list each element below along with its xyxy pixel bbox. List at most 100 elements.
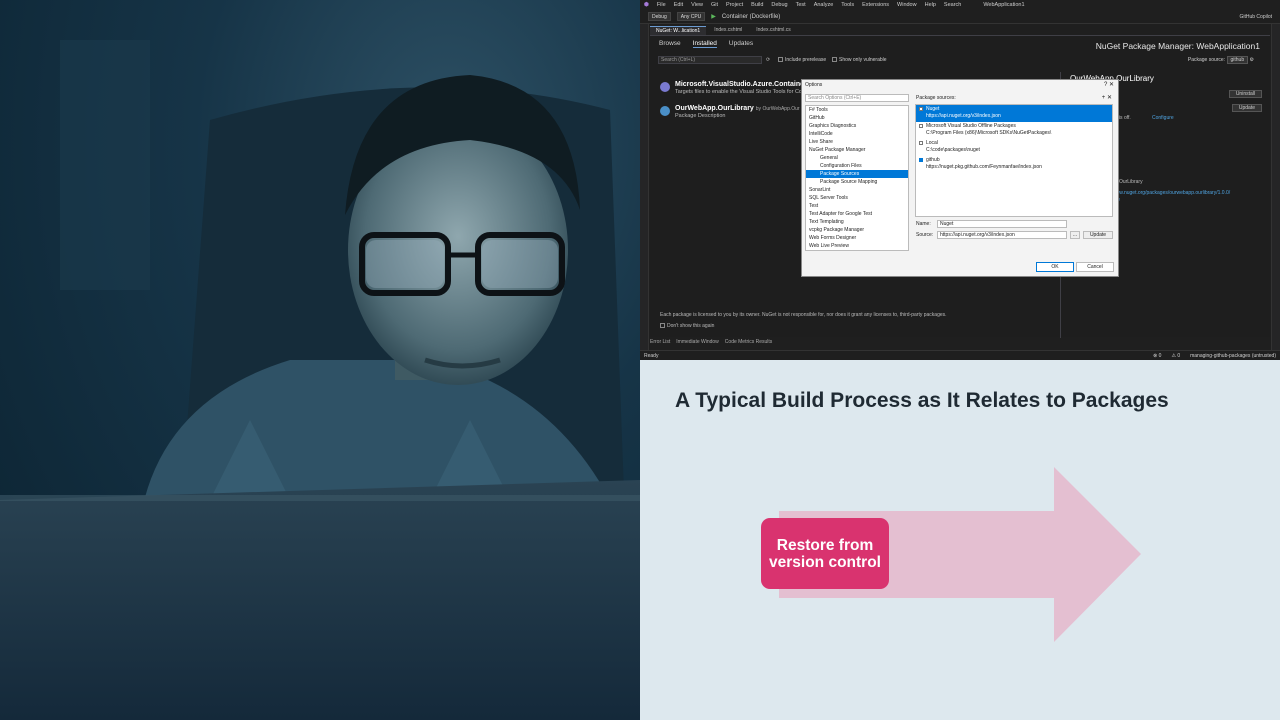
copilot-button[interactable]: GitHub Copilot (1239, 14, 1272, 20)
cancel-button[interactable]: Cancel (1076, 262, 1114, 272)
step-restore-box: Restore from version control (761, 518, 889, 589)
options-tree-item[interactable]: Web Live Preview (806, 242, 908, 250)
search-box[interactable]: Search (944, 2, 961, 8)
slide-title: A Typical Build Process as It Relates to… (675, 389, 1169, 412)
menu-bar: ⬢ File Edit View Git Project Build Debug… (640, 0, 1280, 10)
source-input[interactable]: https://api.nuget.org/v3/index.json (937, 231, 1067, 239)
source-checkbox[interactable] (919, 107, 923, 111)
package-source-select[interactable]: github (1226, 56, 1249, 64)
tab-code-metrics[interactable]: Code Metrics Results (725, 339, 773, 345)
package-sources-label: Package sources: (916, 95, 956, 101)
menu-edit[interactable]: Edit (674, 2, 683, 8)
nuget-search-input[interactable]: Search (Ctrl+L) (658, 56, 762, 64)
source-url: C:\Program Files (x86)\Microsoft SDKs\Nu… (926, 130, 1052, 136)
settings-gear-icon[interactable]: ⚙ (1250, 57, 1254, 63)
tab-immediate-window[interactable]: Immediate Window (676, 339, 719, 345)
browse-button[interactable]: ... (1070, 231, 1080, 239)
package-source-item[interactable]: github https://nuget.pkg.github.com/Feynm… (916, 156, 1112, 173)
name-input[interactable]: Nuget (937, 220, 1067, 228)
ok-button[interactable]: OK (1036, 262, 1074, 272)
include-prerelease-checkbox[interactable]: Include prerelease (778, 57, 826, 63)
menu-file[interactable]: File (657, 2, 666, 8)
options-tree-item[interactable]: NuGet Package Manager (806, 146, 908, 154)
package-source-item[interactable]: Nuget https://api.nuget.org/v3/index.json (916, 105, 1112, 122)
dont-show-checkbox[interactable]: Don't show this again (660, 323, 714, 329)
source-name: github (926, 157, 940, 163)
options-tree-item[interactable]: General (806, 154, 908, 162)
tab-browse[interactable]: Browse (659, 40, 681, 48)
tab-installed[interactable]: Installed (692, 40, 717, 48)
package-name: OurWebApp.OurLibrary by OurWebApp.Our (675, 105, 800, 112)
package-desc: Targets files to enable the Visual Studi… (675, 89, 807, 95)
menu-extensions[interactable]: Extensions (862, 2, 889, 8)
options-search-input[interactable]: Search Options (Ctrl+E) (805, 94, 909, 102)
options-tree-item[interactable]: SQL Server Tools (806, 194, 908, 202)
only-vulnerable-label: Show only vulnerable (839, 57, 887, 63)
source-checkbox[interactable] (919, 141, 923, 145)
dialog-close-icon[interactable]: ? ✕ (1104, 81, 1114, 88)
menu-view[interactable]: View (691, 2, 703, 8)
configure-link[interactable]: Configure (1152, 115, 1174, 121)
package-icon (660, 82, 670, 92)
menu-build[interactable]: Build (751, 2, 763, 8)
options-tree-item[interactable]: Test (806, 202, 908, 210)
only-vulnerable-checkbox[interactable]: Show only vulnerable (832, 57, 887, 63)
error-count[interactable]: ⊗ 0 (1153, 353, 1161, 359)
options-tree-item[interactable]: Live Share (806, 138, 908, 146)
package-source: Package source: github ⚙ (1188, 56, 1254, 64)
package-source-item[interactable]: Local C:\code\packages\nuget (916, 139, 1112, 156)
run-target[interactable]: Container (Dockerfile) (722, 14, 780, 20)
source-name: Microsoft Visual Studio Offline Packages (926, 123, 1016, 129)
menu-project[interactable]: Project (726, 2, 743, 8)
options-tree-item[interactable]: IntelliCode (806, 130, 908, 138)
options-tree-item[interactable]: Package Sources (806, 170, 908, 178)
options-tree-item[interactable]: SonarLint (806, 186, 908, 194)
menu-test[interactable]: Test (796, 2, 806, 8)
config-select[interactable]: Debug (648, 12, 671, 21)
tab-updates[interactable]: Updates (729, 40, 753, 48)
play-icon[interactable]: ▶ (711, 13, 716, 20)
platform-select[interactable]: Any CPU (676, 12, 706, 21)
options-tree-item[interactable]: Text Templating (806, 218, 908, 226)
branch-indicator[interactable]: managing-github-packages (untrusted) (1190, 353, 1276, 359)
left-tool-strip (640, 24, 649, 350)
package-source-item[interactable]: Microsoft Visual Studio Offline Packages… (916, 122, 1112, 139)
slide-panel: A Typical Build Process as It Relates to… (640, 360, 1280, 720)
menu-help[interactable]: Help (925, 2, 936, 8)
menu-git[interactable]: Git (711, 2, 718, 8)
update-button[interactable]: Update (1231, 104, 1262, 112)
source-checkbox[interactable] (919, 124, 923, 128)
options-tree-item[interactable]: Graphics Diagnostics (806, 122, 908, 130)
add-remove-icons[interactable]: + ✕ (1102, 94, 1112, 101)
options-tree: F# Tools GitHub Graphics Diagnostics Intell… (805, 105, 909, 251)
source-url: https://api.nuget.org/v3/index.json (926, 113, 1001, 119)
options-dialog: Options ? ✕ Search Options (Ctrl+E) F# T… (801, 79, 1119, 277)
menu-window[interactable]: Window (897, 2, 917, 8)
uninstall-button[interactable]: Uninstall (1228, 90, 1262, 98)
options-tree-item[interactable]: Test Adapter for Google Test (806, 210, 908, 218)
package-icon (660, 106, 670, 116)
options-tree-item[interactable]: Package Source Mapping (806, 178, 908, 186)
menu-analyze[interactable]: Analyze (814, 2, 834, 8)
source-checkbox[interactable] (919, 158, 923, 162)
tab-nuget[interactable]: NuGet: W...lication1 (650, 26, 707, 35)
warning-count[interactable]: ⚠ 0 (1171, 353, 1180, 359)
source-name: Nuget (926, 106, 940, 112)
tab-error-list[interactable]: Error List (650, 339, 670, 345)
name-label: Name: (916, 221, 931, 227)
options-tree-item[interactable]: F# Tools (806, 106, 908, 114)
options-tree-item[interactable]: vcpkg Package Manager (806, 226, 908, 234)
menu-tools[interactable]: Tools (841, 2, 854, 8)
update-source-button[interactable]: Update (1083, 231, 1113, 239)
options-tree-item[interactable]: GitHub (806, 114, 908, 122)
tab-index-cshtml-cs[interactable]: Index.cshtml.cs (750, 26, 796, 35)
options-tree-item[interactable]: Configuration Files (806, 162, 908, 170)
source-name: Local (926, 140, 938, 146)
package-url-link[interactable]: www.nuget.org/packages/ourwebapp.ourlibr… (1112, 190, 1230, 196)
options-tree-item[interactable]: Web Forms Designer (806, 234, 908, 242)
refresh-icon[interactable]: ⟳ (766, 57, 770, 63)
vs-logo-icon: ⬢ (644, 2, 649, 8)
tab-index-cshtml[interactable]: Index.cshtml (708, 26, 748, 35)
menu-debug[interactable]: Debug (771, 2, 787, 8)
document-tabs: NuGet: W...lication1 Index.cshtml Index.… (650, 26, 1270, 35)
